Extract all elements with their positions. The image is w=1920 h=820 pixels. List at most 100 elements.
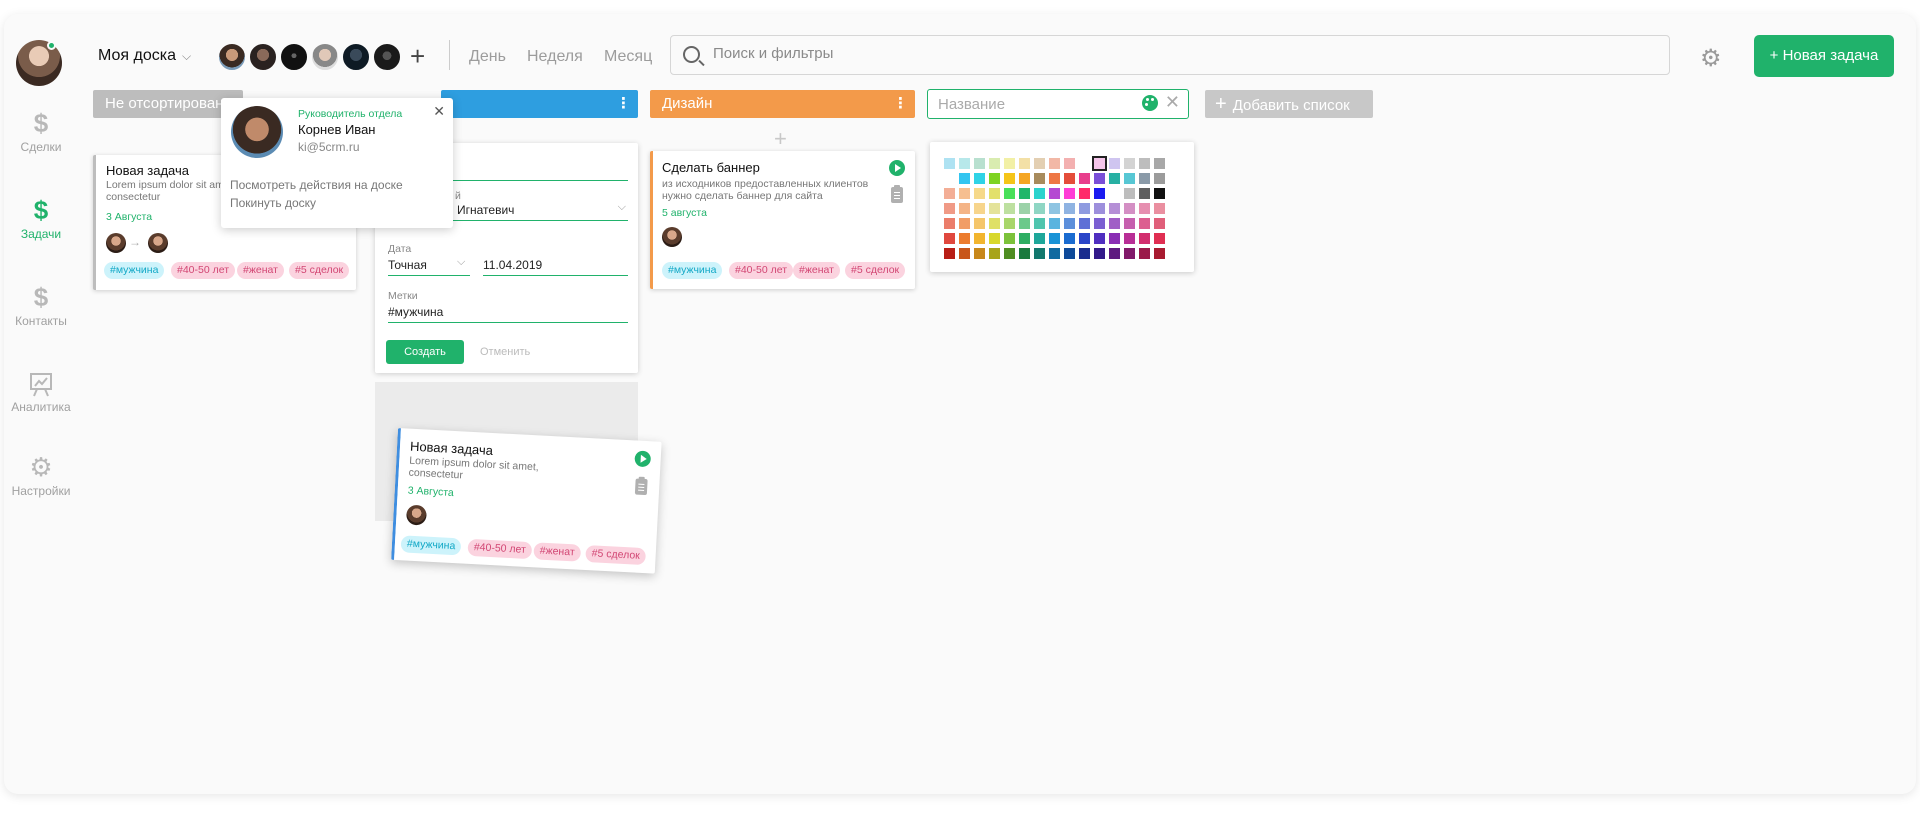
period-day-tab[interactable]: День: [469, 48, 506, 66]
tag[interactable]: #40-50 лет: [467, 538, 533, 560]
tag[interactable]: #мужчина: [662, 262, 723, 279]
list-name-input[interactable]: [938, 96, 1128, 113]
color-swatch[interactable]: [1124, 203, 1135, 214]
cancel-button[interactable]: Отменить: [480, 346, 530, 358]
color-swatch[interactable]: [944, 248, 955, 259]
color-swatch[interactable]: [1049, 218, 1060, 229]
color-swatch[interactable]: [1049, 158, 1060, 169]
color-swatch[interactable]: [1079, 218, 1090, 229]
color-swatch[interactable]: [1109, 218, 1120, 229]
color-swatch[interactable]: [1154, 188, 1165, 199]
color-swatch[interactable]: [1139, 218, 1150, 229]
color-swatch[interactable]: [1004, 233, 1015, 244]
member-avatar[interactable]: [279, 42, 309, 72]
tag[interactable]: #5 сделок: [845, 262, 906, 279]
sidebar-item-deals[interactable]: $ Сделки: [4, 108, 78, 154]
color-swatch[interactable]: [1109, 233, 1120, 244]
member-avatar[interactable]: [248, 42, 278, 72]
search-input[interactable]: [713, 45, 1613, 62]
play-icon[interactable]: [634, 450, 652, 468]
color-swatch[interactable]: [1019, 158, 1030, 169]
color-swatch[interactable]: [1019, 203, 1030, 214]
play-icon[interactable]: [889, 160, 905, 176]
color-swatch[interactable]: [1064, 173, 1075, 184]
color-swatch[interactable]: [974, 173, 985, 184]
clipboard-icon[interactable]: [891, 185, 903, 203]
color-swatch[interactable]: [1019, 173, 1030, 184]
color-swatch[interactable]: [974, 188, 985, 199]
color-swatch[interactable]: [1034, 203, 1045, 214]
color-swatch[interactable]: [989, 218, 1000, 229]
color-swatch[interactable]: [944, 158, 955, 169]
color-swatch[interactable]: [1139, 203, 1150, 214]
sidebar-item-tasks[interactable]: $ Задачи: [4, 195, 78, 241]
color-swatch[interactable]: [1154, 173, 1165, 184]
color-swatch[interactable]: [1034, 158, 1045, 169]
color-swatch[interactable]: [1049, 248, 1060, 259]
board-selector[interactable]: Моя доска ⌵: [98, 47, 191, 65]
color-swatch[interactable]: [1064, 203, 1075, 214]
create-button[interactable]: Создать: [386, 340, 464, 364]
color-swatch[interactable]: [1079, 203, 1090, 214]
color-swatch[interactable]: [959, 218, 970, 229]
color-swatch[interactable]: [959, 188, 970, 199]
color-swatch[interactable]: [1004, 203, 1015, 214]
tag[interactable]: #женат: [533, 542, 582, 562]
color-swatch[interactable]: [1079, 158, 1090, 169]
tags-input[interactable]: #мужчина: [388, 305, 443, 319]
color-swatch[interactable]: [989, 188, 1000, 199]
color-swatch[interactable]: [944, 218, 955, 229]
color-swatch[interactable]: [944, 173, 955, 184]
color-swatch[interactable]: [1019, 218, 1030, 229]
color-swatch[interactable]: [1034, 173, 1045, 184]
tag[interactable]: #40-50 лет: [729, 262, 794, 279]
color-swatch[interactable]: [1124, 158, 1135, 169]
color-swatch[interactable]: [959, 248, 970, 259]
new-task-button[interactable]: + Новая задача: [1754, 35, 1894, 77]
color-swatch[interactable]: [1004, 248, 1015, 259]
color-swatch[interactable]: [974, 233, 985, 244]
color-swatch[interactable]: [1139, 233, 1150, 244]
tag[interactable]: #мужчина: [104, 262, 165, 279]
color-swatch[interactable]: [1094, 248, 1105, 259]
color-swatch[interactable]: [1094, 188, 1105, 199]
color-swatch[interactable]: [1034, 233, 1045, 244]
color-swatch[interactable]: [989, 173, 1000, 184]
color-swatch[interactable]: [1034, 248, 1045, 259]
color-swatch[interactable]: [1154, 218, 1165, 229]
color-swatch[interactable]: [989, 233, 1000, 244]
column-header-second[interactable]: ⋮: [441, 90, 638, 118]
color-swatch[interactable]: [974, 203, 985, 214]
date-input[interactable]: 11.04.2019: [483, 258, 542, 272]
color-swatch[interactable]: [1124, 233, 1135, 244]
color-swatch[interactable]: [1154, 248, 1165, 259]
color-swatch[interactable]: [959, 158, 970, 169]
add-member-plus-icon[interactable]: +: [410, 43, 425, 69]
color-swatch[interactable]: [959, 173, 970, 184]
tag[interactable]: #женат: [793, 262, 840, 279]
period-month-tab[interactable]: Месяц: [604, 48, 652, 66]
color-swatch[interactable]: [1109, 188, 1120, 199]
tag[interactable]: #40-50 лет: [171, 262, 236, 279]
view-actions-link[interactable]: Посмотреть действия на доске: [230, 178, 403, 192]
color-swatch[interactable]: [1064, 188, 1075, 199]
color-swatch[interactable]: [944, 203, 955, 214]
color-swatch[interactable]: [1004, 188, 1015, 199]
color-swatch[interactable]: [1092, 156, 1107, 171]
color-swatch[interactable]: [1034, 188, 1045, 199]
date-type-select[interactable]: Точная: [388, 258, 427, 272]
color-swatch[interactable]: [1139, 248, 1150, 259]
color-swatch[interactable]: [1109, 158, 1120, 169]
color-swatch[interactable]: [1004, 158, 1015, 169]
member-avatar[interactable]: [310, 42, 340, 72]
color-swatch[interactable]: [1034, 218, 1045, 229]
leave-board-link[interactable]: Покинуть доску: [230, 196, 316, 210]
color-swatch[interactable]: [1079, 173, 1090, 184]
color-swatch[interactable]: [1004, 173, 1015, 184]
color-swatch[interactable]: [974, 248, 985, 259]
color-swatch[interactable]: [1154, 158, 1165, 169]
color-swatch[interactable]: [1094, 218, 1105, 229]
color-swatch[interactable]: [1049, 188, 1060, 199]
color-swatch[interactable]: [1019, 248, 1030, 259]
color-swatch[interactable]: [989, 248, 1000, 259]
